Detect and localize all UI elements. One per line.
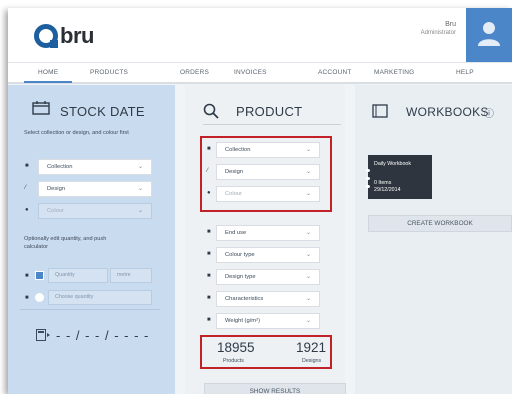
stock-date-display: - - / - - / - - - - [56,328,150,343]
nav-item-home[interactable]: HOME [23,69,73,83]
chevron-down-icon: ⌄ [137,208,143,214]
tag-icon: ■ [25,273,29,279]
nav-item-products[interactable]: PRODUCTS [90,69,128,76]
workbook-card-date: 29/12/2014 [374,187,401,193]
nav-item-help[interactable]: HELP [456,69,474,76]
info-icon[interactable]: ⓘ [484,105,494,120]
workbooks-title: WORKBOOKS [406,105,489,119]
quantity-checkbox[interactable] [35,271,44,280]
chevron-down-icon: ⌄ [305,274,311,280]
counts-highlight-box [200,335,332,369]
select-label: Colour [47,208,65,214]
tag-icon: ■ [207,295,211,301]
choose-quantity-radio[interactable] [35,293,44,302]
divider [20,309,160,310]
stock-date-instruction: Select collection or design, and colour … [24,130,129,136]
quantity-note: Optionally edit quantity, and push calcu… [24,235,106,251]
search-icon [203,103,219,119]
binder-ring [366,169,370,172]
select-label: Design [47,186,66,192]
select-label: Design type [225,274,256,280]
select-label: Characteristics [225,296,264,302]
chevron-down-icon: ⌄ [305,252,311,258]
user-role: Administrator [420,30,456,36]
select-label: Weight (g/m²) [225,318,261,324]
create-workbook-button[interactable]: CREATE WORKBOOK [368,215,512,232]
workbook-card[interactable]: Daily Workbook 0 Items 29/12/2014 [366,155,432,199]
workbooks-panel [355,85,512,394]
product-title: PRODUCT [236,104,303,119]
palette-icon: ● [25,207,29,213]
chevron-down-icon: ⌄ [305,230,311,236]
chevron-down-icon: ⌄ [137,186,143,192]
weight-select[interactable]: Weight (g/m²) ⌄ [216,313,320,329]
nav-item-orders[interactable]: ORDERS [180,69,209,76]
tag-icon: ■ [207,251,211,257]
stock-design-select[interactable]: Design ⌄ [38,181,152,197]
user-name: Bru [445,21,456,28]
main-nav: HOME PRODUCTS ORDERS INVOICES ACCOUNT MA… [8,62,512,84]
tag-icon: ■ [207,317,211,323]
workbook-card-items: 0 Items [374,180,392,186]
binder-ring [366,185,370,188]
stock-collection-select[interactable]: Collection ⌄ [38,159,152,175]
design-type-select[interactable]: Design type ⌄ [216,269,320,285]
nav-item-invoices[interactable]: INVOICES [234,69,267,76]
logo-text: bru [60,23,94,48]
divider [203,124,341,125]
colour-type-select[interactable]: Colour type ⌄ [216,247,320,263]
choose-quantity-input[interactable]: Choose quantity [48,290,152,305]
select-label: End use [225,230,247,236]
chevron-down-icon: ⌄ [305,296,311,302]
calculator-icon[interactable] [36,329,50,341]
header: bru Bru Administrator [8,8,512,62]
end-use-select[interactable]: End use ⌄ [216,225,320,241]
logo-mark [34,24,58,48]
calendar-icon [32,101,50,115]
chevron-down-icon: ⌄ [305,318,311,324]
binder-ring [366,177,370,180]
pencil-icon: ⁄ [25,185,27,191]
nav-item-marketing[interactable]: MARKETING [374,69,414,76]
quantity-input[interactable]: Quantity [48,268,108,283]
quantity-note-line1: Optionally edit quantity, and push [24,236,107,242]
user-icon [478,22,500,46]
chevron-down-icon: ⌄ [137,164,143,170]
characteristics-select[interactable]: Characteristics ⌄ [216,291,320,307]
avatar[interactable] [466,8,512,62]
nav-item-account[interactable]: ACCOUNT [318,69,352,76]
workbook-card-title: Daily Workbook [374,161,411,167]
show-results-button[interactable]: SHOW RESULTS [204,383,346,394]
metre-input[interactable]: metre [110,268,152,283]
tag-icon: ■ [207,229,211,235]
app-window: bru Bru Administrator HOME PRODUCTS ORDE… [8,8,512,394]
tag-icon: ■ [25,163,29,169]
filter-highlight-box [200,136,332,212]
logo[interactable]: bru [34,22,94,50]
stock-date-title: STOCK DATE [60,104,145,119]
quantity-note-line2: calculator [24,244,48,250]
tag-icon: ■ [25,295,29,301]
notebook-icon [372,104,388,118]
stock-colour-select[interactable]: Colour ⌄ [38,203,152,219]
select-label: Colour type [225,252,255,258]
tag-icon: ■ [207,273,211,279]
select-label: Collection [47,164,73,170]
user-info: Bru Administrator [421,21,456,36]
